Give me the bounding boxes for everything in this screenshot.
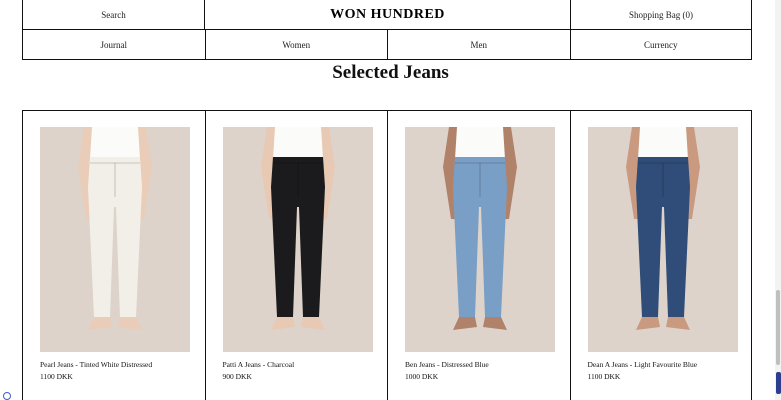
search-link[interactable]: Search bbox=[22, 0, 205, 29]
product-card[interactable]: Dean A Jeans - Light Favourite Blue 1100… bbox=[569, 111, 752, 400]
header-bar: Search WON HUNDRED Shopping Bag (0) bbox=[22, 0, 752, 30]
product-card[interactable]: Patti A Jeans - Charcoal 900 DKK bbox=[204, 111, 388, 400]
product-photo[interactable] bbox=[40, 127, 190, 352]
nav-currency[interactable]: Currency bbox=[569, 30, 752, 59]
shopping-bag-link[interactable]: Shopping Bag (0) bbox=[570, 0, 752, 29]
nav-journal[interactable]: Journal bbox=[22, 30, 205, 59]
scrollbar-thumb[interactable] bbox=[776, 290, 780, 365]
product-price: 900 DKK bbox=[222, 372, 252, 381]
product-photo[interactable] bbox=[405, 127, 555, 352]
product-name[interactable]: Dean A Jeans - Light Favourite Blue bbox=[588, 360, 698, 369]
product-price: 1100 DKK bbox=[587, 372, 621, 381]
product-price: 1100 DKK bbox=[40, 372, 73, 381]
model-figure bbox=[587, 127, 738, 352]
section-title: Selected Jeans bbox=[332, 62, 449, 83]
main-nav: Journal Women Men Currency bbox=[22, 30, 752, 60]
product-name[interactable]: Pearl Jeans - Tinted White Distressed bbox=[40, 360, 152, 369]
product-photo[interactable] bbox=[222, 127, 373, 352]
product-name[interactable]: Patti A Jeans - Charcoal bbox=[223, 360, 295, 369]
nav-women[interactable]: Women bbox=[204, 30, 388, 59]
product-price: 1000 DKK bbox=[405, 372, 439, 381]
product-name[interactable]: Ben Jeans - Distressed Blue bbox=[405, 360, 489, 369]
product-grid: Pearl Jeans - Tinted White Distressed 11… bbox=[22, 111, 752, 400]
model-figure bbox=[222, 127, 373, 352]
brand-logo[interactable]: WON HUNDRED bbox=[205, 0, 570, 29]
chat-bubble-icon[interactable] bbox=[3, 392, 11, 400]
product-photo[interactable] bbox=[587, 127, 738, 352]
product-card[interactable]: Pearl Jeans - Tinted White Distressed 11… bbox=[22, 111, 205, 400]
model-figure bbox=[405, 127, 555, 352]
nav-men[interactable]: Men bbox=[387, 30, 570, 59]
page-scrollbar[interactable] bbox=[775, 0, 781, 400]
scroll-widget-icon[interactable] bbox=[776, 372, 781, 394]
model-figure bbox=[40, 127, 190, 352]
product-card[interactable]: Ben Jeans - Distressed Blue 1000 DKK bbox=[387, 111, 570, 400]
